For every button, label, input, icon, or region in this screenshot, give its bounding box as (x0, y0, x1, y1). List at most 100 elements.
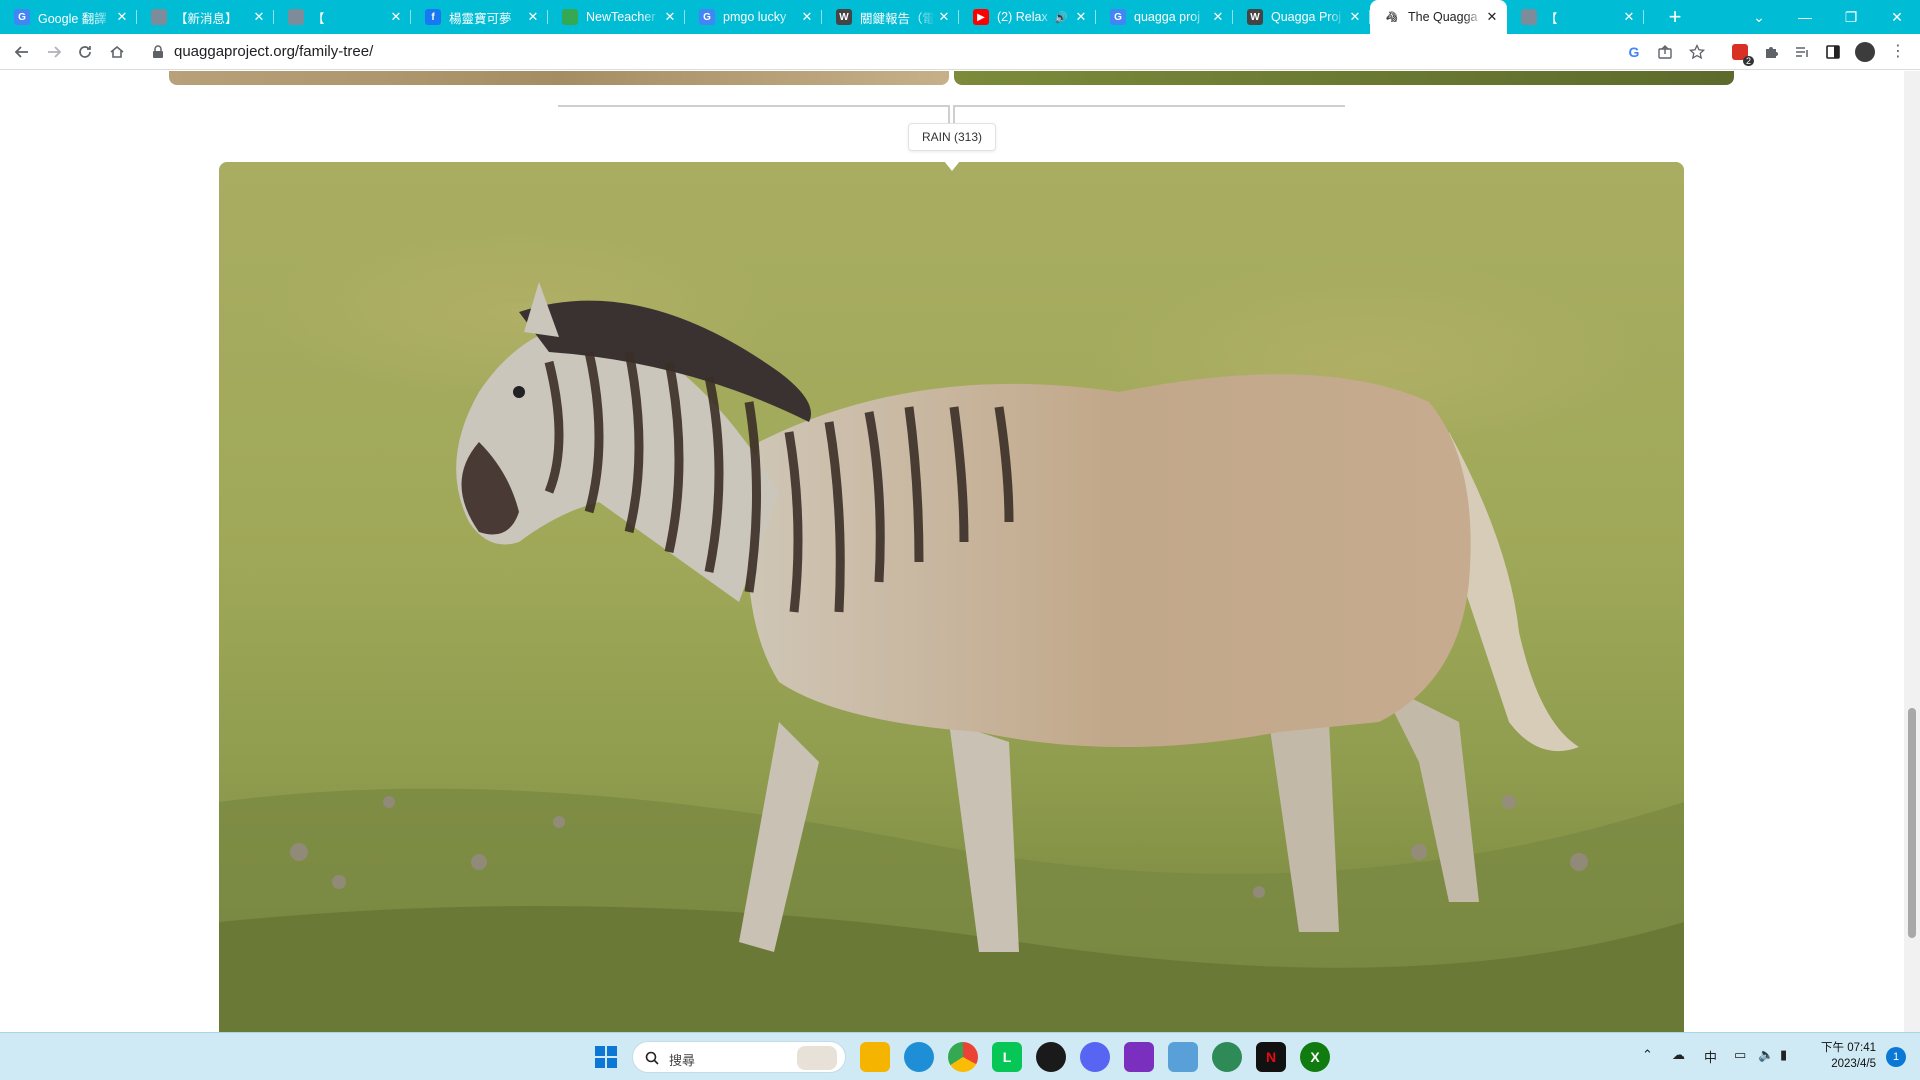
close-window-button[interactable]: ✕ (1874, 0, 1920, 34)
tab-close-icon[interactable]: ✕ (798, 8, 816, 26)
tab-title: The Quagga (1408, 10, 1478, 24)
tab-close-icon[interactable]: ✕ (387, 8, 405, 26)
windows-logo-icon (595, 1046, 617, 1068)
onedrive-cloud-icon[interactable]: ☁ (1672, 1047, 1685, 1063)
chrome-icon[interactable] (948, 1042, 978, 1072)
forward-button[interactable] (40, 38, 68, 66)
extension-shield-icon[interactable]: 2 (1728, 40, 1754, 66)
edge-browser-icon[interactable] (904, 1042, 934, 1072)
reload-icon (79, 46, 91, 58)
tab-favicon-icon: G (14, 9, 30, 25)
previous-parent-photo-right[interactable] (954, 71, 1734, 85)
lock-icon (153, 45, 163, 58)
url-text: quaggaproject.org/family-tree/ (174, 43, 374, 60)
browser-tab[interactable]: 【✕ (274, 0, 411, 34)
tab-close-icon[interactable]: ✕ (1209, 8, 1227, 26)
tab-favicon-icon: W (836, 9, 852, 25)
netflix-icon[interactable]: N (1256, 1042, 1286, 1072)
tab-favicon-icon (151, 9, 167, 25)
app-purple-icon[interactable] (1124, 1042, 1154, 1072)
previous-parent-photo-left[interactable] (169, 71, 949, 85)
browser-tab[interactable]: 🦓 The Quagga ✕ (1370, 0, 1507, 34)
quagga-photo[interactable] (219, 162, 1684, 1032)
quagga-photo-illustration (219, 162, 1684, 1032)
discord-icon[interactable] (1080, 1042, 1110, 1072)
media-control-icon[interactable] (1790, 40, 1814, 64)
extensions-puzzle-icon[interactable] (1759, 40, 1783, 64)
tab-audio-icon[interactable]: 🔊 (1054, 11, 1068, 24)
minimize-button[interactable]: — (1782, 0, 1828, 34)
tab-favicon-icon (1521, 9, 1537, 25)
tab-close-icon[interactable]: ✕ (661, 8, 679, 26)
browser-tab[interactable]: 【新消息】 ✕ (137, 0, 274, 34)
browser-tab[interactable]: Gquagga proj ✕ (1096, 0, 1233, 34)
address-bar[interactable]: quaggaproject.org/family-tree/ (140, 39, 1660, 65)
line-app-icon[interactable]: L (992, 1042, 1022, 1072)
more-menu-icon[interactable]: ⋮ (1886, 40, 1910, 64)
windows-taskbar: 搜尋 L N X ⌃ ☁ 中 ▭ 🔈 ▮ 下午 07:41 2023/4/5 1 (0, 1032, 1920, 1080)
back-arrow-icon (14, 46, 28, 58)
page-scrollbar[interactable] (1904, 71, 1920, 1032)
maps-app-icon[interactable] (1212, 1042, 1242, 1072)
battery-icon[interactable]: ▮ (1780, 1047, 1787, 1063)
photos-app-icon[interactable] (1168, 1042, 1198, 1072)
reload-button[interactable] (71, 38, 99, 66)
tray-overflow-chevron-icon[interactable]: ⌃ (1642, 1047, 1653, 1063)
clock-date: 2023/4/5 (1831, 1058, 1876, 1070)
tab-title: 【新消息】 (175, 11, 238, 26)
tab-close-icon[interactable]: ✕ (935, 8, 953, 26)
bookmark-star-icon[interactable] (1685, 40, 1709, 64)
tab-title: 【 (312, 11, 325, 26)
back-button[interactable] (8, 38, 36, 66)
tab-favicon-icon (562, 9, 578, 25)
browser-tab[interactable]: W 關鍵報告（電 ✕ (822, 0, 959, 34)
scrollbar-thumb[interactable] (1908, 708, 1916, 938)
tab-close-icon[interactable]: ✕ (1620, 8, 1638, 26)
tab-close-icon[interactable]: ✕ (1072, 8, 1090, 26)
tab-search-chevron-icon[interactable]: ⌄ (1736, 0, 1782, 34)
google-lens-icon[interactable]: G (1622, 40, 1646, 64)
browser-tab[interactable]: ▶ (2) Relax 🔊 ✕ (959, 0, 1096, 34)
tab-close-icon[interactable]: ✕ (1346, 8, 1364, 26)
volume-icon[interactable]: 🔈 (1758, 1047, 1774, 1063)
notification-badge[interactable]: 1 (1886, 1047, 1906, 1067)
tab-title: quagga proj (1134, 10, 1201, 24)
node-label-pointer (944, 161, 960, 171)
qq-penguin-icon[interactable] (1036, 1042, 1066, 1072)
network-icon[interactable]: ▭ (1734, 1047, 1746, 1063)
xbox-icon[interactable]: X (1300, 1042, 1330, 1072)
search-icon (645, 1051, 659, 1065)
tab-title: 【 (1545, 11, 1558, 26)
tab-strip: G Google 翻譯 ✕ 【新消息】 ✕ 【✕ f 楊靈寶可夢 ✕ NewTeacher ✕ Gpm… (0, 0, 1920, 34)
profile-avatar[interactable] (1853, 40, 1877, 64)
browser-tab[interactable]: f 楊靈寶可夢 ✕ (411, 0, 548, 34)
new-tab-button[interactable]: + (1662, 4, 1688, 30)
tab-favicon-icon: ▶ (973, 9, 989, 25)
search-placeholder: 搜尋 (669, 1053, 696, 1068)
home-icon (110, 45, 124, 58)
tab-close-icon[interactable]: ✕ (524, 8, 542, 26)
restore-button[interactable]: ❐ (1828, 0, 1874, 34)
browser-tab[interactable]: W Quagga Proj ✕ (1233, 0, 1370, 34)
tab-close-icon[interactable]: ✕ (113, 8, 131, 26)
side-panel-icon[interactable] (1821, 40, 1845, 64)
tab-favicon-icon (288, 9, 304, 25)
tab-close-icon[interactable]: ✕ (250, 8, 268, 26)
file-explorer-icon[interactable] (860, 1042, 890, 1072)
home-button[interactable] (103, 38, 131, 66)
tab-favicon-icon: G (699, 9, 715, 25)
ime-indicator[interactable]: 中 (1704, 1047, 1717, 1066)
taskbar-search[interactable]: 搜尋 (632, 1041, 846, 1073)
family-tree-node-label[interactable]: RAIN (313) (908, 123, 996, 151)
tab-list: G Google 翻譯 ✕ 【新消息】 ✕ 【✕ f 楊靈寶可夢 ✕ NewTeacher ✕ Gpm… (0, 0, 1644, 34)
browser-tab[interactable]: 【✕ (1507, 0, 1644, 34)
clock[interactable]: 下午 07:41 2023/4/5 (1800, 1040, 1876, 1072)
share-icon[interactable] (1653, 40, 1677, 64)
browser-tab[interactable]: Gpmgo lucky ✕ (685, 0, 822, 34)
browser-tab[interactable]: G Google 翻譯 ✕ (0, 0, 137, 34)
tab-title: Google 翻譯 (38, 11, 107, 26)
browser-tab[interactable]: NewTeacher ✕ (548, 0, 685, 34)
start-button[interactable] (591, 1042, 621, 1072)
tab-title: 關鍵報告（電 (860, 11, 935, 26)
tab-close-icon[interactable]: ✕ (1483, 8, 1501, 26)
